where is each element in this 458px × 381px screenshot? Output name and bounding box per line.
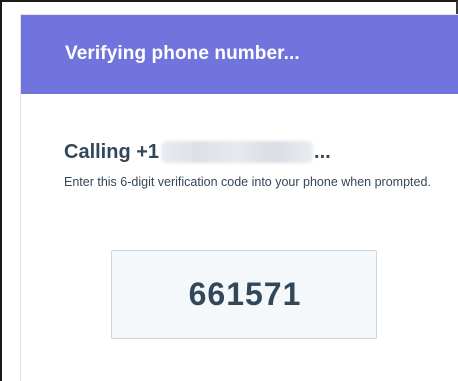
redacted-phone-number bbox=[161, 141, 314, 163]
calling-status: Calling +1... bbox=[64, 141, 331, 171]
verification-code-box: 661571 bbox=[111, 250, 377, 339]
dialog-header: Verifying phone number... bbox=[21, 15, 458, 94]
verification-code: 661571 bbox=[188, 276, 302, 312]
verification-dialog: Verifying phone number... Calling +1... … bbox=[20, 14, 458, 381]
verification-instructions: Enter this 6-digit verification code int… bbox=[64, 175, 431, 189]
screenshot-frame: Verifying phone number... Calling +1... … bbox=[0, 0, 458, 381]
dialog-title: Verifying phone number... bbox=[65, 43, 300, 64]
calling-ellipsis: ... bbox=[314, 141, 331, 163]
calling-prefix: Calling +1 bbox=[64, 141, 160, 163]
